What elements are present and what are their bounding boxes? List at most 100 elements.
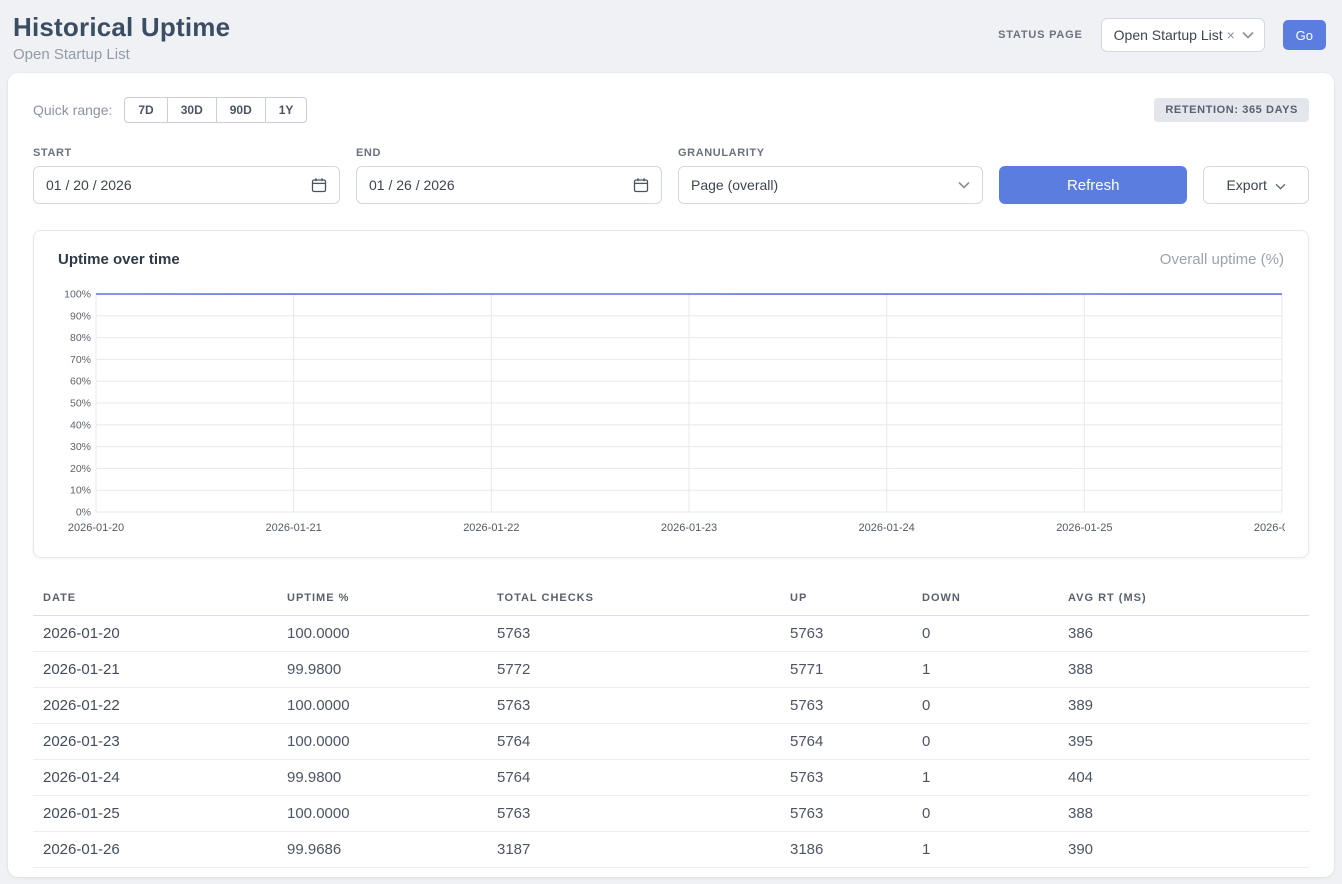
quick-range-group: 7D30D90D1Y	[124, 97, 307, 123]
svg-text:2026-01-22: 2026-01-22	[463, 522, 519, 534]
end-date-input[interactable]: 01 / 26 / 2026	[356, 166, 662, 204]
granularity-select[interactable]: Page (overall)	[678, 166, 983, 204]
quick-range-90d-button[interactable]: 90D	[216, 97, 266, 123]
svg-text:60%: 60%	[70, 376, 91, 388]
table-cell: 404	[1058, 760, 1309, 796]
svg-text:2026-01-21: 2026-01-21	[266, 522, 322, 534]
calendar-icon[interactable]	[311, 177, 327, 193]
table-cell: 3186	[780, 832, 912, 868]
table-cell: 395	[1058, 724, 1309, 760]
svg-text:10%: 10%	[70, 485, 91, 497]
table-row: 2026-01-20100.0000576357630386	[33, 616, 1309, 652]
end-label: END	[356, 147, 662, 159]
table-cell: 386	[1058, 616, 1309, 652]
start-date-value: 01 / 20 / 2026	[46, 177, 132, 193]
table-cell: 100.0000	[277, 724, 487, 760]
table-header: DATEUPTIME %TOTAL CHECKSUPDOWNAVG RT (MS…	[33, 582, 1309, 616]
table-cell: 2026-01-24	[33, 760, 277, 796]
table-cell: 5763	[487, 688, 780, 724]
clear-selection-icon[interactable]: ×	[1227, 28, 1235, 42]
svg-text:2026-01-20: 2026-01-20	[68, 522, 124, 534]
table-cell: 5763	[780, 760, 912, 796]
title-block: Historical Uptime Open Startup List	[13, 12, 230, 63]
table-cell: 99.9800	[277, 652, 487, 688]
table-cell: 5771	[780, 652, 912, 688]
granularity-selected-value: Page (overall)	[691, 177, 778, 193]
column-header: DATE	[33, 582, 277, 616]
chevron-down-icon	[1242, 31, 1254, 39]
main-panel: Quick range: 7D30D90D1Y RETENTION: 365 D…	[8, 73, 1334, 877]
granularity-field: GRANULARITY Page (overall)	[678, 147, 983, 204]
uptime-chart-card: Uptime over time Overall uptime (%) 0% 10…	[33, 230, 1309, 558]
table-cell: 5764	[780, 724, 912, 760]
calendar-icon[interactable]	[633, 177, 649, 193]
granularity-label: GRANULARITY	[678, 147, 983, 159]
svg-text:2026-01-26: 2026-01-26	[1254, 522, 1285, 534]
table-row: 2026-01-23100.0000576457640395	[33, 724, 1309, 760]
table-body: 2026-01-20100.00005763576303862026-01-21…	[33, 616, 1309, 868]
status-page-select[interactable]: Open Startup List ×	[1101, 18, 1265, 52]
uptime-table: DATEUPTIME %TOTAL CHECKSUPDOWNAVG RT (MS…	[33, 582, 1309, 868]
chart-header: Uptime over time Overall uptime (%)	[58, 251, 1284, 268]
table-row: 2026-01-25100.0000576357630388	[33, 796, 1309, 832]
svg-text:40%: 40%	[70, 419, 91, 431]
table-cell: 388	[1058, 652, 1309, 688]
refresh-button[interactable]: Refresh	[999, 166, 1187, 204]
table-cell: 0	[912, 724, 1058, 760]
svg-text:0%: 0%	[76, 507, 91, 519]
quick-range-30d-button[interactable]: 30D	[167, 97, 217, 123]
table-cell: 0	[912, 688, 1058, 724]
table-cell: 5763	[780, 616, 912, 652]
table-cell: 2026-01-22	[33, 688, 277, 724]
quick-range-1y-button[interactable]: 1Y	[265, 97, 308, 123]
table-row: 2026-01-22100.0000576357630389	[33, 688, 1309, 724]
uptime-line-chart: 0%10%20%30%40%50%60%70%80%90%100%2026-01…	[58, 282, 1285, 540]
svg-text:100%: 100%	[64, 289, 91, 301]
table-cell: 3187	[487, 832, 780, 868]
table-cell: 5763	[487, 796, 780, 832]
end-date-value: 01 / 26 / 2026	[369, 177, 455, 193]
page-header: Historical Uptime Open Startup List STAT…	[0, 0, 1342, 73]
go-button[interactable]: Go	[1283, 20, 1326, 50]
table-cell: 2026-01-21	[33, 652, 277, 688]
table-cell: 100.0000	[277, 796, 487, 832]
column-header: TOTAL CHECKS	[487, 582, 780, 616]
page-title: Historical Uptime	[13, 12, 230, 43]
table-cell: 99.9800	[277, 760, 487, 796]
svg-text:2026-01-23: 2026-01-23	[661, 522, 717, 534]
table-cell: 5764	[487, 760, 780, 796]
table-cell: 5763	[780, 796, 912, 832]
column-header: UPTIME %	[277, 582, 487, 616]
svg-text:80%: 80%	[70, 332, 91, 344]
table-cell: 1	[912, 760, 1058, 796]
status-page-label: STATUS PAGE	[998, 29, 1083, 41]
start-date-input[interactable]: 01 / 20 / 2026	[33, 166, 340, 204]
export-label: Export	[1226, 177, 1266, 193]
start-label: START	[33, 147, 340, 159]
export-button[interactable]: Export	[1203, 166, 1309, 204]
status-page-selector-group: STATUS PAGE Open Startup List × Go	[998, 18, 1326, 52]
table-cell: 5763	[780, 688, 912, 724]
quick-range-7d-button[interactable]: 7D	[124, 97, 167, 123]
chevron-down-icon	[1275, 177, 1286, 193]
column-header: UP	[780, 582, 912, 616]
table-row: 2026-01-2699.9686318731861390	[33, 832, 1309, 868]
svg-text:20%: 20%	[70, 463, 91, 475]
status-page-selected-value: Open Startup List	[1114, 27, 1223, 43]
column-header: DOWN	[912, 582, 1058, 616]
table-cell: 5764	[487, 724, 780, 760]
table-cell: 1	[912, 652, 1058, 688]
table-cell: 2026-01-26	[33, 832, 277, 868]
chevron-down-icon	[958, 181, 970, 189]
svg-text:30%: 30%	[70, 441, 91, 453]
table-cell: 100.0000	[277, 616, 487, 652]
svg-text:50%: 50%	[70, 398, 91, 410]
table-cell: 100.0000	[277, 688, 487, 724]
table-cell: 389	[1058, 688, 1309, 724]
table-row: 2026-01-2499.9800576457631404	[33, 760, 1309, 796]
quick-range-row: Quick range: 7D30D90D1Y RETENTION: 365 D…	[33, 97, 1309, 123]
end-date-field: END 01 / 26 / 2026	[356, 147, 662, 204]
start-date-field: START 01 / 20 / 2026	[33, 147, 340, 204]
table-row: 2026-01-2199.9800577257711388	[33, 652, 1309, 688]
table-cell: 388	[1058, 796, 1309, 832]
